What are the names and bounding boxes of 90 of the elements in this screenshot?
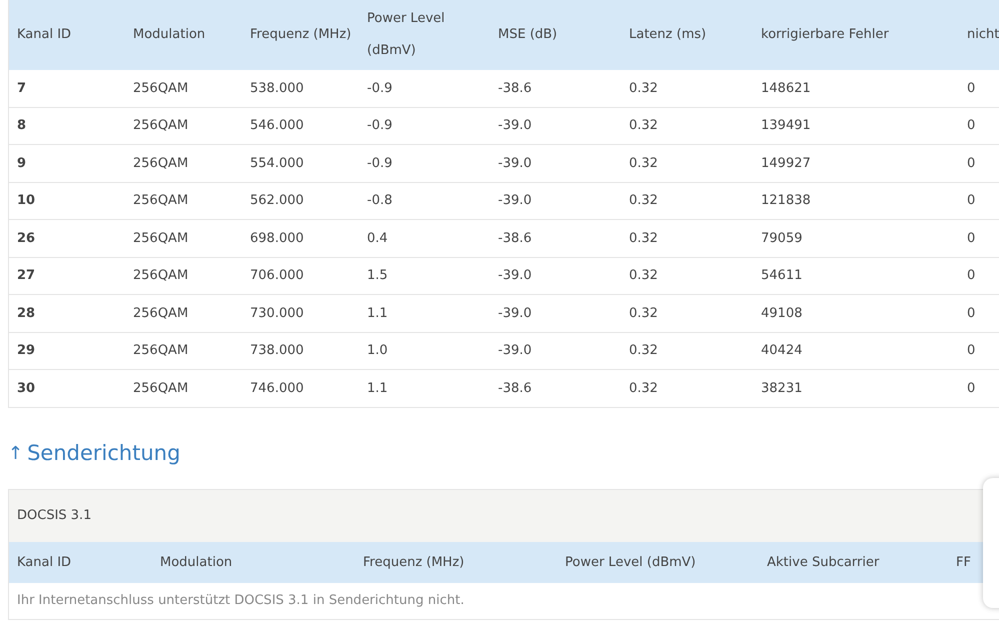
table-cell-text: 149927 [760, 154, 812, 172]
table-cell-text: 0 [966, 154, 976, 172]
table-cell-text: 0.32 [628, 117, 659, 135]
table-cell-text: -0.9 [366, 154, 394, 172]
table-cell-text: 0 [966, 342, 976, 360]
column-header: Modulation [159, 554, 234, 572]
column-header: Latenz (ms) [628, 26, 708, 44]
table-cell-text: 0 [966, 117, 976, 135]
table-cell-text: 0 [966, 230, 976, 248]
table-cell-text: -39.0 [497, 154, 533, 172]
table-cell-text: 0.4 [366, 230, 389, 248]
info-message: Ihr Internetanschluss unterstützt DOCSIS 3.1 in Senderichtung nicht. [17, 592, 464, 610]
table-cell-text: 730.000 [249, 304, 305, 322]
table-cell-text: -39.0 [497, 267, 533, 285]
table-cell-text: 256QAM [132, 304, 190, 322]
table-cell-text: 698.000 [249, 230, 305, 248]
table-cell-text: -38.6 [497, 80, 533, 98]
table-cell-text: -0.9 [366, 80, 394, 98]
table-cell-text: 7 [16, 80, 28, 98]
column-header: Power Level (dBmV) [366, 10, 446, 60]
table-cell-text: 0.32 [628, 154, 659, 172]
table-cell-text: 554.000 [249, 154, 305, 172]
table-cell-text: 538.000 [249, 80, 305, 98]
section-heading: Senderichtung [27, 440, 180, 466]
table-cell-text: 121838 [760, 192, 812, 210]
table-cell-text: 256QAM [132, 192, 190, 210]
table-cell-text: 28 [16, 304, 36, 322]
table-cell-text: -38.6 [497, 380, 533, 398]
table-cell-text: 256QAM [132, 380, 190, 398]
table-cell-text: -0.9 [366, 117, 394, 135]
table-cell-text: 0 [966, 380, 976, 398]
table-cell-text: 706.000 [249, 267, 305, 285]
table-cell-text: 8 [16, 117, 28, 135]
table-cell-text: 139491 [760, 117, 812, 135]
table-cell-text: 148621 [760, 80, 812, 98]
up-arrow-icon: ↑ [8, 440, 24, 467]
table-cell-text: 49108 [760, 304, 804, 322]
table-cell-text: 562.000 [249, 192, 305, 210]
table-cell-text: 1.1 [366, 380, 389, 398]
table-cell-text: 0.32 [628, 230, 659, 248]
column-header: Kanal ID [16, 554, 72, 572]
table-cell-text: 256QAM [132, 230, 190, 248]
table-cell-text: 546.000 [249, 117, 305, 135]
panel-title: DOCSIS 3.1 [17, 507, 92, 526]
table-cell-text: 26 [16, 230, 36, 248]
table-cell-text: 256QAM [132, 154, 190, 172]
table-cell-text: 1.5 [366, 267, 389, 285]
table-cell-text: 746.000 [249, 380, 305, 398]
table-cell-text: -39.0 [497, 304, 533, 322]
column-header: Frequenz (MHz) [249, 26, 352, 44]
table-cell-text: 0.32 [628, 304, 659, 322]
column-header: Frequenz (MHz) [362, 554, 466, 572]
table-cell-text: 256QAM [132, 342, 190, 360]
table-cell-text: 0 [966, 304, 976, 322]
table-cell-text: -38.6 [497, 230, 533, 248]
table-cell-text: 0 [966, 267, 976, 285]
column-header: FF [955, 554, 972, 572]
table-cell-text: 0.32 [628, 192, 659, 210]
table-cell-text: 0 [966, 192, 976, 210]
table-cell-text: 27 [16, 267, 36, 285]
table-cell-text: -39.0 [497, 117, 533, 135]
column-header: nicht [966, 26, 999, 44]
column-header: Kanal ID [16, 26, 72, 44]
table-cell-text: 0 [966, 80, 976, 98]
table-cell-text: -39.0 [497, 192, 533, 210]
table-cell-text: 0.32 [628, 267, 659, 285]
column-header: Modulation [132, 26, 206, 44]
table-cell-text: 0.32 [628, 380, 659, 398]
table-cell-text: -0.8 [366, 192, 394, 210]
table-cell-text: 256QAM [132, 267, 190, 285]
table-cell-text: 10 [16, 192, 36, 210]
table-cell-text: 1.0 [366, 342, 389, 360]
table-cell-text: 256QAM [132, 117, 190, 135]
table-cell-text: 54611 [760, 267, 804, 285]
column-header: korrigierbare Fehler [760, 26, 890, 44]
table-cell-text: 1.1 [366, 304, 389, 322]
table-cell-text: 79059 [760, 230, 804, 248]
table-cell-text: 38231 [760, 380, 804, 398]
table-cell-text: 9 [16, 154, 28, 172]
table-cell-text: 738.000 [249, 342, 305, 360]
table-cell-text: 40424 [760, 342, 804, 360]
table-cell-text: 256QAM [132, 80, 190, 98]
table-cell-text: 30 [16, 380, 36, 398]
column-header: Aktive Subcarrier [766, 554, 880, 572]
column-header: Power Level (dBmV) [564, 554, 697, 572]
table-cell-text: 0.32 [628, 80, 659, 98]
table-cell-text: -39.0 [497, 342, 533, 360]
table-cell-text: 29 [16, 342, 36, 360]
column-header: MSE (dB) [497, 26, 558, 44]
table-cell-text: 0.32 [628, 342, 659, 360]
